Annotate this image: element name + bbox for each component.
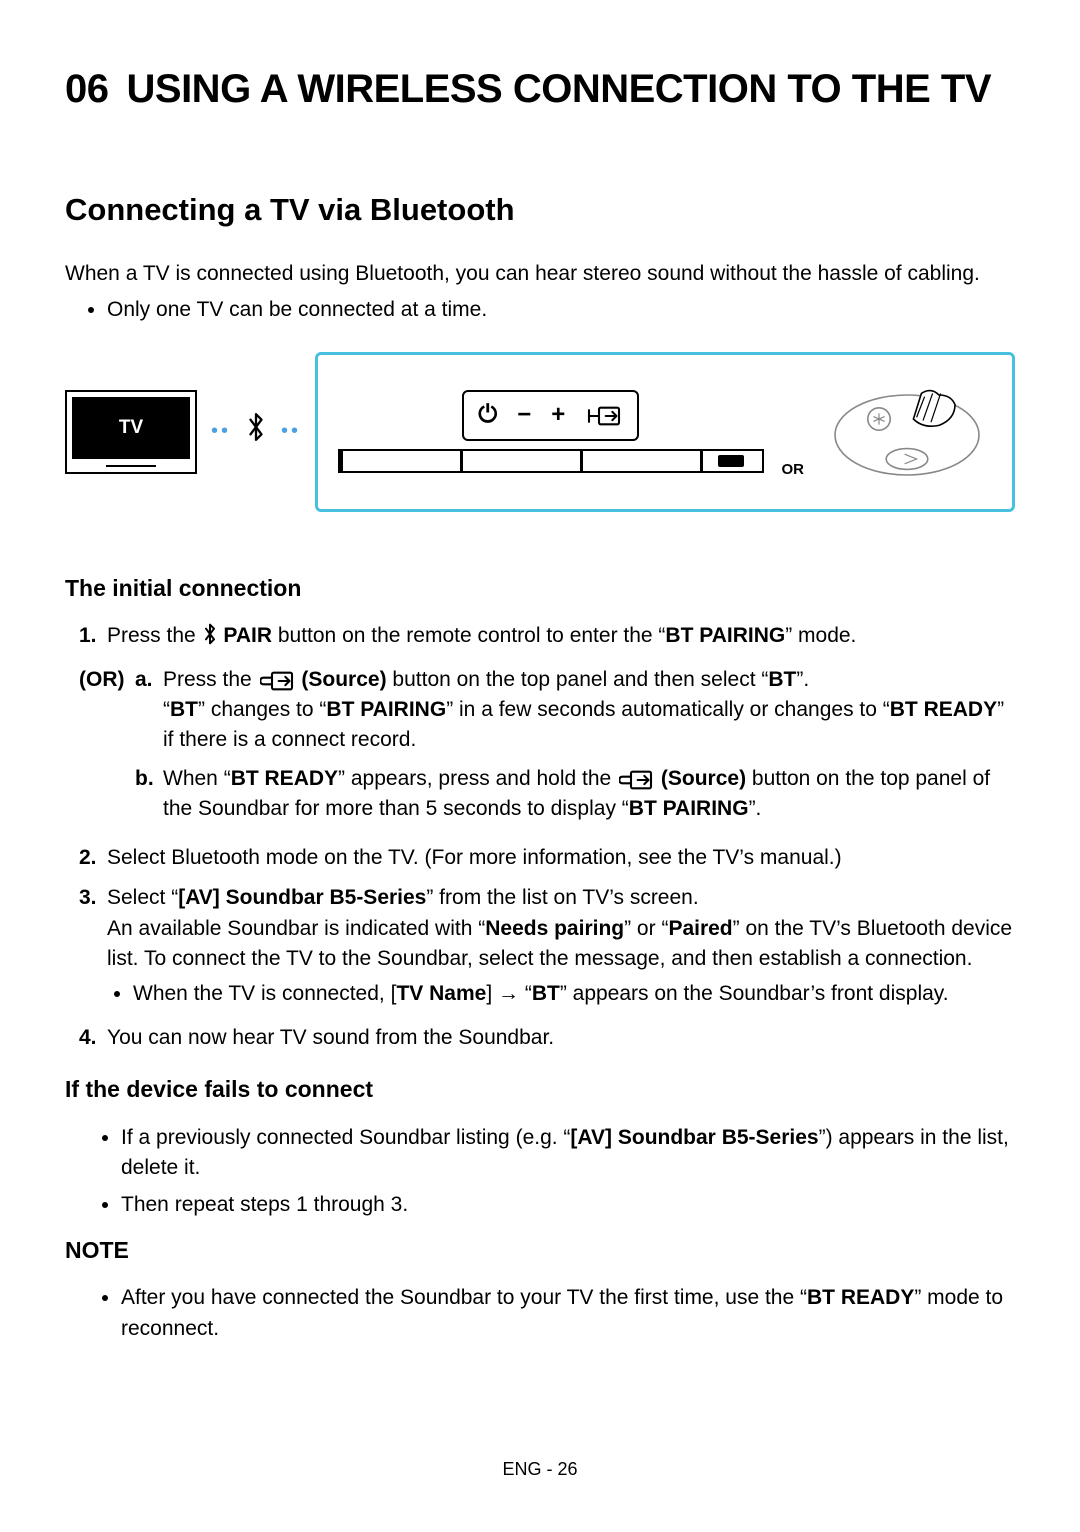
step-3: 3. Select “[AV] Soundbar B5-Series” from… bbox=[79, 883, 1015, 1013]
tv-screen: TV bbox=[72, 397, 190, 459]
note-heading: NOTE bbox=[65, 1234, 1015, 1267]
step-4: 4. You can now hear TV sound from the So… bbox=[79, 1023, 1015, 1053]
section-heading: Connecting a TV via Bluetooth bbox=[65, 188, 1015, 233]
soundbar-body bbox=[338, 449, 763, 473]
minus-icon: − bbox=[517, 398, 531, 433]
soundbar-illustration: ⏻ − + OR bbox=[315, 352, 1015, 512]
step-1: 1. Press the PAIR button on the remote c… bbox=[79, 621, 1015, 654]
step-2: 2. Select Bluetooth mode on the TV. (For… bbox=[79, 843, 1015, 873]
substep-a: a. Press the (Source) button on the top … bbox=[135, 665, 1015, 756]
tv-illustration: TV bbox=[65, 390, 197, 474]
initial-heading: The initial connection bbox=[65, 572, 1015, 605]
connection-diagram: TV •• •• ⏻ − + OR bbox=[65, 352, 1015, 512]
touch-illustration bbox=[822, 367, 992, 496]
control-panel: ⏻ − + bbox=[462, 390, 639, 441]
fail-heading: If the device fails to connect bbox=[65, 1073, 1015, 1106]
bluetooth-icon bbox=[202, 623, 218, 654]
note-bullet: After you have connected the Soundbar to… bbox=[121, 1283, 1015, 1344]
source-icon bbox=[587, 406, 621, 426]
signal-dots-left: •• bbox=[211, 417, 231, 446]
chapter-title: USING A WIRELESS CONNECTION TO THE TV bbox=[127, 67, 992, 111]
or-label: (OR) bbox=[79, 665, 135, 833]
bluetooth-icon bbox=[245, 412, 267, 451]
source-icon bbox=[619, 770, 653, 790]
fail-bullet-2: Then repeat steps 1 through 3. bbox=[121, 1190, 1015, 1220]
step-number: 1. bbox=[79, 621, 107, 654]
step-3-sub: When the TV is connected, [TV Name] → “B… bbox=[133, 979, 1015, 1009]
signal-dots-right: •• bbox=[281, 417, 301, 446]
page-footer: ENG - 26 bbox=[0, 1456, 1080, 1482]
fail-bullet-1: If a previously connected Soundbar listi… bbox=[121, 1123, 1015, 1184]
section-lead: When a TV is connected using Bluetooth, … bbox=[65, 259, 1015, 289]
power-icon: ⏻ bbox=[478, 398, 497, 433]
chapter-number: 06 bbox=[65, 60, 109, 118]
or-label: OR bbox=[782, 459, 805, 481]
plus-icon: + bbox=[551, 398, 565, 433]
step-or: (OR) a. Press the (Source) button on the… bbox=[79, 665, 1015, 833]
source-icon bbox=[260, 671, 294, 691]
substep-b: b. When “BT READY” appears, press and ho… bbox=[135, 764, 1015, 825]
lead-bullet: Only one TV can be connected at a time. bbox=[107, 295, 1015, 325]
chapter-heading: 06 USING A WIRELESS CONNECTION TO THE TV bbox=[65, 60, 1015, 118]
